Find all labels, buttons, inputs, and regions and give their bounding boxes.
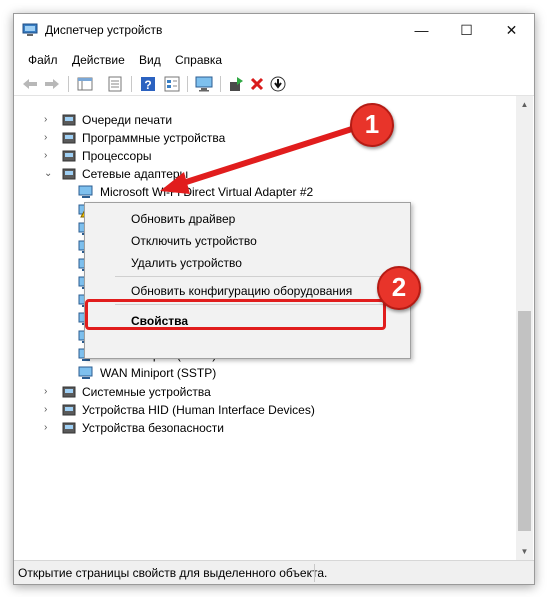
update-driver-icon — [230, 77, 243, 91]
toolbar: ? — [14, 73, 534, 96]
device-category-icon — [62, 404, 76, 416]
expand-chevron-icon[interactable]: › — [44, 386, 54, 398]
download-icon — [270, 76, 286, 92]
properties-sheet-button[interactable] — [105, 74, 125, 94]
network-adapter-icon — [78, 185, 93, 199]
svg-text:?: ? — [144, 78, 151, 92]
device-category-icon — [62, 386, 76, 397]
scroll-up-arrow-icon[interactable]: ▲ — [516, 96, 533, 113]
menu-view[interactable]: Вид — [139, 53, 161, 67]
menu-help[interactable]: Справка — [175, 53, 222, 67]
scroll-down-arrow-icon[interactable]: ▼ — [516, 543, 533, 560]
tree-category-row[interactable]: › Устройства HID (Human Interface Devices… — [14, 401, 514, 419]
forward-button[interactable] — [42, 74, 62, 94]
collapse-chevron-icon[interactable]: ⌄ — [44, 168, 54, 180]
tree-item-label: Системные устройства — [82, 384, 211, 399]
help-button[interactable]: ? — [138, 74, 158, 94]
tree-category-row[interactable]: › Очереди печати — [14, 111, 514, 129]
toolbar-separator — [187, 76, 188, 92]
tree-item-label: WAN Miniport (SSTP) — [100, 366, 217, 381]
toolbar-separator — [68, 76, 69, 92]
tree-device-row[interactable]: Microsoft Wi-Fi Direct Virtual Adapter #… — [14, 183, 514, 201]
status-text: Открытие страницы свойств для выделенног… — [18, 566, 328, 580]
scan-hardware-button[interactable] — [194, 74, 214, 94]
enable-device-button[interactable] — [268, 74, 288, 94]
step-badge-1: 1 — [350, 103, 394, 147]
forward-arrow-icon — [45, 79, 59, 89]
status-bar: Открытие страницы свойств для выделенног… — [14, 560, 534, 584]
menu-file[interactable]: Файл — [28, 53, 58, 67]
menu-bar: Файл Действие Вид Справка — [14, 50, 534, 70]
expand-chevron-icon[interactable]: › — [44, 150, 54, 162]
context-scan-hardware[interactable]: Обновить конфигурацию оборудования — [131, 284, 352, 298]
uninstall-button[interactable] — [247, 74, 267, 94]
context-update-driver[interactable]: Обновить драйвер — [131, 212, 235, 226]
tree-category-row[interactable]: › Процессоры — [14, 147, 514, 165]
console-tree-button[interactable] — [75, 74, 95, 94]
tree-item-label: Microsoft Wi-Fi Direct Virtual Adapter #… — [100, 185, 314, 200]
tree-item-label: Процессоры — [82, 149, 152, 164]
tree-category-row[interactable]: › Программные устройства — [14, 129, 514, 147]
device-category-icon — [62, 150, 76, 162]
device-category-icon — [62, 422, 76, 434]
properties-sheet-icon — [108, 76, 122, 92]
context-disable-device[interactable]: Отключить устройство — [131, 234, 257, 248]
device-manager-icon — [22, 23, 38, 36]
tree-item-label: Программные устройства — [82, 131, 226, 146]
close-button[interactable]: ✕ — [489, 14, 534, 46]
help-icon: ? — [141, 77, 155, 92]
tree-item-label: Очереди печати — [82, 113, 173, 127]
vertical-scrollbar[interactable]: ▲ ▼ — [516, 96, 533, 560]
device-category-icon — [62, 168, 76, 180]
step-badge-2: 2 — [377, 266, 421, 310]
tree-item-label: Устройства HID (Human Interface Devices) — [82, 402, 315, 417]
toolbar-separator — [131, 76, 132, 92]
details-view-icon — [164, 76, 180, 92]
context-uninstall-device[interactable]: Удалить устройство — [131, 256, 242, 270]
expand-chevron-icon[interactable]: › — [44, 404, 54, 416]
tree-category-row[interactable]: › Системные устройства — [14, 383, 514, 401]
expand-chevron-icon[interactable]: › — [44, 132, 54, 144]
expand-chevron-icon[interactable]: › — [44, 422, 54, 434]
update-driver-button[interactable] — [226, 74, 246, 94]
toolbar-separator — [220, 76, 221, 92]
tree-category-row[interactable]: › Устройства безопасности — [14, 419, 514, 437]
tree-item-label: Сетевые адаптеры — [82, 167, 189, 182]
device-category-icon — [62, 114, 76, 126]
console-tree-icon — [77, 77, 93, 91]
title-bar[interactable]: Диспетчер устройств — ☐ ✕ — [14, 14, 534, 46]
uninstall-icon — [250, 77, 264, 91]
network-adapter-icon — [78, 366, 93, 380]
tree-device-row[interactable]: WAN Miniport (SSTP) — [14, 364, 514, 382]
scroll-thumb[interactable] — [518, 311, 531, 531]
back-button[interactable] — [20, 74, 40, 94]
window-title: Диспетчер устройств — [45, 23, 163, 37]
monitor-icon — [195, 76, 213, 92]
menu-action[interactable]: Действие — [72, 53, 125, 67]
device-category-icon — [62, 132, 76, 144]
back-arrow-icon — [23, 79, 37, 89]
status-separator — [314, 564, 315, 582]
tree-category-row[interactable]: ⌄ Сетевые адаптеры — [14, 165, 514, 183]
details-view-button[interactable] — [162, 74, 182, 94]
maximize-button[interactable]: ☐ — [444, 14, 489, 46]
minimize-button[interactable]: — — [399, 14, 444, 46]
context-menu: Обновить драйвер Отключить устройство Уд… — [84, 202, 411, 359]
properties-highlight-box — [85, 299, 386, 330]
context-separator — [115, 276, 400, 277]
tree-item-label: Устройства безопасности — [82, 420, 224, 435]
expand-chevron-icon[interactable]: › — [44, 114, 54, 126]
